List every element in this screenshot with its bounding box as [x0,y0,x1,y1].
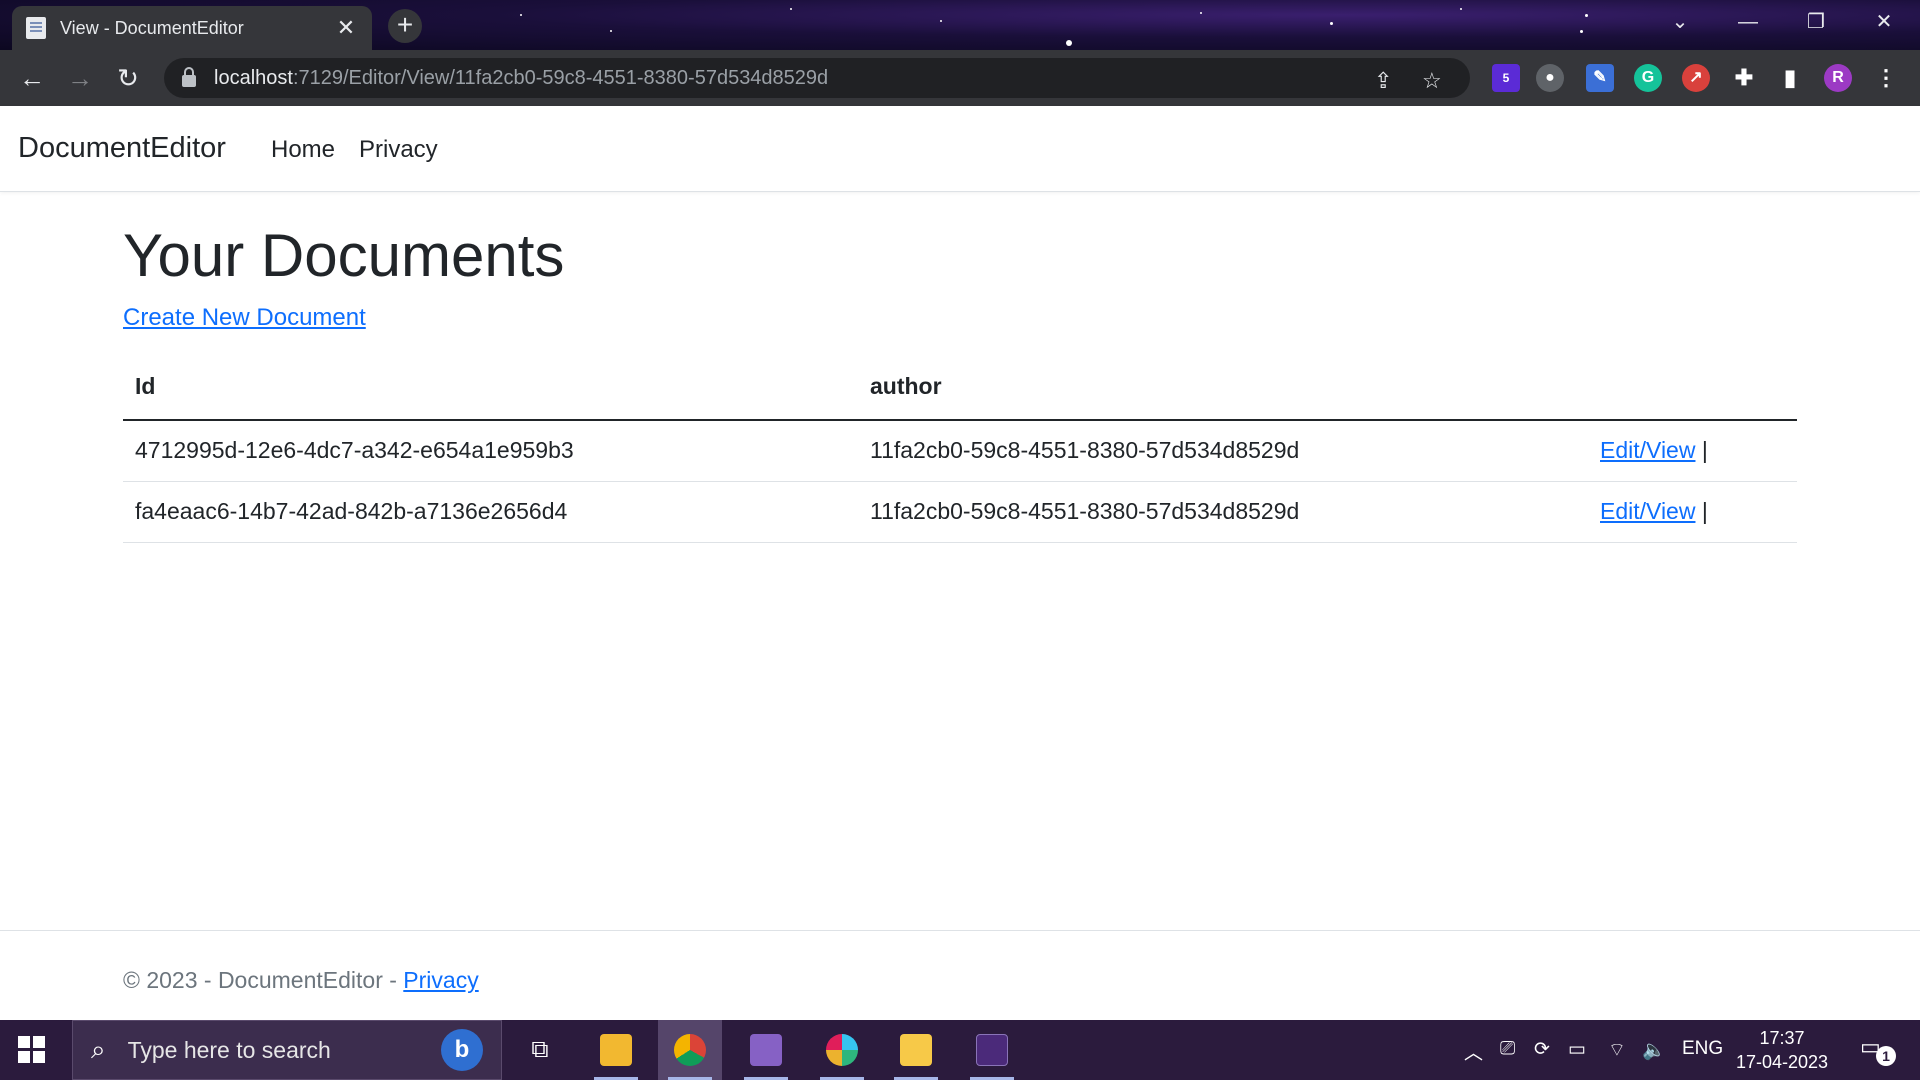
meet-icon[interactable]: ⎚ [1500,1038,1515,1060]
new-tab-button[interactable]: + [388,9,422,43]
screen: View - DocumentEditor ✕ + ⌄ — ❐ ✕ ← → ↻ … [0,0,1920,1080]
notification-count: 1 [1876,1046,1896,1066]
page-title: Your Documents [123,222,565,289]
chrome-taskbar-icon[interactable] [658,1020,722,1080]
close-window-button[interactable]: ✕ [1850,0,1918,44]
cell-author: 11fa2cb0-59c8-4551-8380-57d534d8529d [858,420,1588,482]
terminal-icon[interactable] [960,1020,1024,1080]
search-placeholder: Type here to search [127,1036,331,1063]
nav-home-link[interactable]: Home [271,136,335,164]
search-icon: ⌕ [91,1034,106,1064]
edit-view-link[interactable]: Edit/View [1600,437,1695,463]
wifi-icon[interactable]: ⌔ [1608,1038,1626,1062]
app-navbar: DocumentEditor Home Privacy [0,106,1920,192]
visual-studio-icon[interactable] [734,1020,798,1080]
nav-privacy-link[interactable]: Privacy [359,136,438,164]
tab-close-icon[interactable]: ✕ [334,15,358,41]
file-explorer-icon[interactable] [584,1020,648,1080]
cell-actions: Edit/View | [1588,481,1797,543]
windows-start-icon[interactable] [18,1036,46,1064]
documents-table: Id author 4712995d-12e6-4dc7-a342-e654a1… [123,354,1797,543]
cell-actions: Edit/View | [1588,420,1797,482]
language-indicator[interactable]: ENG [1682,1038,1723,1060]
extensions-puzzle-icon[interactable]: ✚ [1730,64,1758,92]
notification-center-icon[interactable]: ▭ 1 [1860,1034,1896,1066]
lock-icon[interactable] [182,67,196,87]
action-separator: | [1701,437,1708,464]
header-author: author [858,354,1588,421]
brand-link[interactable]: DocumentEditor [18,132,226,165]
volume-icon[interactable]: 🔈 [1642,1038,1666,1062]
restore-button[interactable]: ❐ [1782,0,1850,44]
extension-badge-icon[interactable]: 5 [1492,64,1520,92]
minimize-button[interactable]: — [1714,0,1782,44]
profile-avatar[interactable]: R [1824,64,1852,92]
header-actions [1588,354,1797,421]
clock-date: 17-04-2023 [1735,1052,1829,1072]
browser-tab-bar: View - DocumentEditor ✕ + ⌄ — ❐ ✕ [0,0,1920,50]
browser-toolbar: ← → ↻ localhost :7129/Editor/View/11fa2c… [0,50,1920,106]
back-arrow-icon[interactable]: ← [16,62,48,94]
table-row: fa4eaac6-14b7-42ad-842b-a7136e2656d4 11f… [123,481,1797,543]
bookmark-star-icon[interactable]: ☆ [1422,68,1442,94]
side-panel-icon[interactable]: ▮ [1776,64,1804,92]
table-header-row: Id author [123,354,1797,421]
forward-arrow-icon[interactable]: → [64,62,96,94]
tab-title: View - DocumentEditor [60,17,244,38]
task-view-icon[interactable]: ⧉ [508,1020,572,1080]
footer-copyright: © 2023 - DocumentEditor - [123,967,404,993]
create-new-document-link[interactable]: Create New Document [123,304,366,332]
reload-icon[interactable]: ↻ [112,62,144,94]
windows-taskbar: ⌕ Type here to search b ⧉ ︿ ⎚ ⟳ ▭ ⌔ 🔈 EN… [0,1020,1920,1080]
edit-view-link[interactable]: Edit/View [1600,498,1695,524]
action-separator: | [1701,498,1708,524]
header-id: Id [123,354,858,421]
sticky-tools-icon[interactable] [884,1020,948,1080]
address-bar[interactable]: localhost :7129/Editor/View/11fa2cb0-59c… [164,58,1470,98]
bing-icon[interactable]: b [441,1029,483,1071]
battery-icon[interactable]: ▭ [1568,1038,1586,1061]
tray-chevron-icon[interactable]: ︿ [1464,1038,1483,1065]
extension-red-icon[interactable]: ↗ [1682,64,1710,92]
document-favicon-icon [26,17,46,39]
cell-author: 11fa2cb0-59c8-4551-8380-57d534d8529d [858,481,1588,543]
browser-tab-active[interactable]: View - DocumentEditor ✕ [12,6,372,50]
footer-text: © 2023 - DocumentEditor - Privacy [123,967,479,994]
clock-time: 17:37 [1759,1028,1805,1048]
sync-icon[interactable]: ⟳ [1534,1038,1550,1061]
menu-kebab-icon[interactable]: ⋮ [1872,64,1900,92]
extension-mouse-icon[interactable]: ● [1536,64,1564,92]
taskbar-clock[interactable]: 17:37 17-04-2023 [1732,1026,1832,1074]
slack-icon[interactable] [810,1020,874,1080]
cell-id: fa4eaac6-14b7-42ad-842b-a7136e2656d4 [123,481,858,543]
grammarly-icon[interactable]: G [1634,64,1662,92]
page-content: DocumentEditor Home Privacy Your Documen… [0,106,1920,1020]
url-host: localhost [214,66,293,89]
taskbar-search-box[interactable]: ⌕ Type here to search b [72,1020,502,1080]
extension-color-picker-icon[interactable]: ✎ [1586,64,1614,92]
tab-search-chevron-icon[interactable]: ⌄ [1646,0,1714,44]
share-icon[interactable]: ⇪ [1374,68,1392,94]
table-row: 4712995d-12e6-4dc7-a342-e654a1e959b3 11f… [123,420,1797,482]
page-footer: © 2023 - DocumentEditor - Privacy [0,930,1920,1020]
cell-id: 4712995d-12e6-4dc7-a342-e654a1e959b3 [123,420,858,482]
footer-privacy-link[interactable]: Privacy [403,967,478,993]
url-path: :7129/Editor/View/11fa2cb0-59c8-4551-838… [292,66,829,89]
